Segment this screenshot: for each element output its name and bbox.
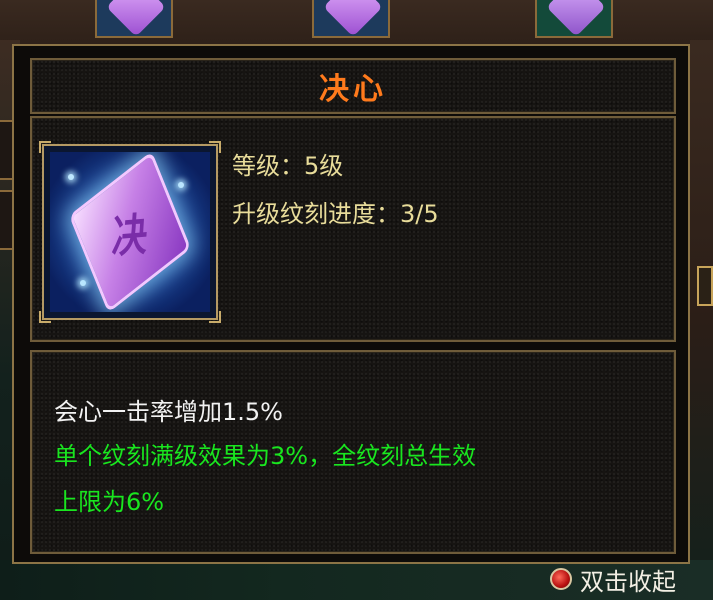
rune-slot[interactable] — [95, 0, 173, 38]
jue-rune-icon: 决 — [50, 152, 210, 312]
tooltip-info-section: 决 等级：5级 升级纹刻进度：3/5 — [30, 116, 676, 342]
rune-slot[interactable] — [312, 0, 390, 38]
tooltip-description-section: 会心一击率增加1.5% 单个纹刻满级效果为3%，全纹刻总生效 上限为6% — [30, 350, 676, 554]
background-right-strip — [690, 40, 713, 600]
tooltip-title-bar: 决心 — [30, 58, 676, 114]
frame-corner — [39, 311, 51, 323]
side-arrow-button[interactable] — [697, 266, 713, 306]
rune-gem-icon — [106, 0, 166, 37]
max-effect-note: 单个纹刻满级效果为3%，全纹刻总生效 — [54, 442, 477, 470]
effect-text: 会心一击率增加1.5% — [54, 398, 283, 426]
rune-tile: 决 — [68, 152, 192, 312]
rune-gem-icon — [323, 0, 383, 37]
sparkle — [178, 182, 184, 188]
frame-corner — [209, 311, 221, 323]
rune-slot[interactable] — [535, 0, 613, 38]
upgrade-progress-text: 升级纹刻进度：3/5 — [232, 200, 439, 228]
cap-note: 上限为6% — [54, 488, 165, 516]
rune-gem-icon — [546, 0, 606, 37]
double-click-hint[interactable]: 双击收起 — [550, 563, 676, 596]
double-click-label: 双击收起 — [580, 567, 676, 596]
rune-icon-frame: 决 — [39, 141, 221, 323]
red-dot-icon — [550, 568, 572, 590]
rune-glyph: 决 — [110, 209, 149, 264]
rune-tooltip: 决心 决 等级：5级 升级纹刻进度：3/5 会心一击率增加1.5% 单个纹刻满级… — [12, 44, 690, 564]
rune-title: 决心 — [319, 72, 387, 107]
frame-corner — [209, 141, 221, 153]
sparkle — [68, 174, 74, 180]
level-text: 等级：5级 — [232, 152, 344, 180]
